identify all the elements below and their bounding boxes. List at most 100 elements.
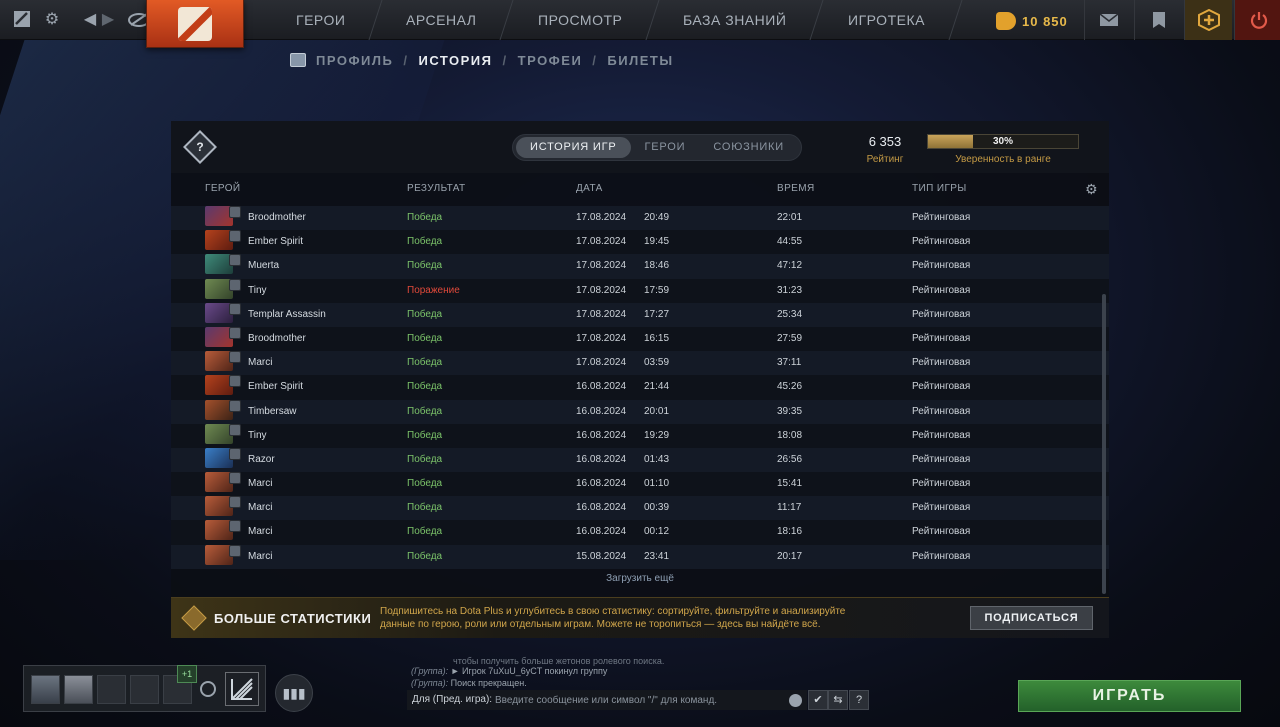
exit-button[interactable] [1234, 0, 1280, 40]
table-row[interactable]: Ember Spirit Победа 16.08.2024 21:44 45:26 Ре… [171, 375, 1109, 400]
subnav-profile[interactable]: ПРОФИЛЬ [316, 53, 393, 68]
table-row[interactable]: Razor Победа 16.08.2024 01:43 26:56 Рейтингов… [171, 447, 1109, 473]
match-duration: 26:56 [777, 453, 803, 465]
match-date: 16.08.2024 [576, 381, 627, 393]
table-row[interactable]: Marci Победа 16.08.2024 00:12 18:16 Рейтингов… [171, 520, 1109, 545]
hero-name: Ember Spirit [248, 381, 304, 393]
settings-gear-icon[interactable]: ⚙ [42, 10, 62, 30]
table-row[interactable]: Templar Assassin Победа 17.08.2024 17:27 25:… [171, 302, 1109, 327]
match-date: 16.08.2024 [576, 526, 627, 538]
dota-menu-icon[interactable] [12, 10, 32, 30]
chat-message: (Группа): Поиск прекращен. [411, 678, 527, 688]
col-result[interactable]: РЕЗУЛЬТАТ [407, 183, 466, 194]
table-settings-gear-icon[interactable]: ⚙ [1085, 181, 1098, 198]
match-result: Победа [407, 502, 443, 514]
hero-name: Marci [248, 478, 273, 490]
nav-arcade[interactable]: ИГРОТЕКА [811, 0, 963, 40]
table-row[interactable]: Tiny Поражение 17.08.2024 17:59 31:23 Рейтинг… [171, 278, 1109, 303]
table-row[interactable]: Broodmother Победа 17.08.2024 16:15 27:59 Рей… [171, 326, 1109, 352]
chat-help-button[interactable]: ? [849, 690, 869, 710]
subnav-trophies[interactable]: ТРОФЕИ [518, 53, 583, 68]
mail-button[interactable] [1084, 0, 1132, 40]
col-duration[interactable]: ВРЕМЯ [777, 183, 815, 194]
rank-medal-icon[interactable]: ? [183, 130, 217, 164]
tab-match-history[interactable]: ИСТОРИЯ ИГР [516, 137, 631, 158]
match-time: 20:01 [644, 405, 670, 417]
match-game-type: Рейтинговая [912, 478, 971, 490]
forward-arrow-icon[interactable]: ▶ [98, 10, 118, 30]
play-button[interactable]: ИГРАТЬ [1018, 680, 1241, 712]
emoticon-icon[interactable] [789, 694, 802, 707]
chat-check-button[interactable]: ✔ [808, 690, 828, 710]
subnav-history[interactable]: ИСТОРИЯ [419, 53, 493, 68]
party-avatar-member[interactable] [64, 675, 93, 704]
mail-icon [1099, 13, 1118, 26]
tab-allies[interactable]: СОЮЗНИКИ [699, 137, 798, 158]
subscribe-button[interactable]: ПОДПИСАТЬСЯ [970, 606, 1093, 630]
shards-currency[interactable]: 10 850 [996, 10, 1068, 32]
nav-heroes[interactable]: ГЕРОИ [259, 0, 383, 40]
load-more-link[interactable]: Загрузить ещё [171, 573, 1109, 584]
role-badge-icon [229, 230, 241, 243]
table-row[interactable]: Marci Победа 16.08.2024 00:39 11:17 Рейтингов… [171, 496, 1109, 521]
col-date[interactable]: ДАТА [576, 183, 603, 194]
table-row[interactable]: Ember Spirit Победа 17.08.2024 19:45 44:55 Ре… [171, 230, 1109, 255]
role-badge-icon [229, 399, 241, 412]
match-time: 18:46 [644, 260, 670, 272]
role-badge-icon [229, 326, 241, 339]
profile-subnav: ПРОФИЛЬ / ИСТОРИЯ / ТРОФЕИ / БИЛЕТЫ [290, 50, 674, 70]
nav-watch[interactable]: ПРОСМОТР [501, 0, 660, 40]
party-invite-badge[interactable]: +1 [177, 665, 197, 683]
col-hero[interactable]: ГЕРОЙ [205, 183, 241, 194]
tab-heroes[interactable]: ГЕРОИ [631, 137, 700, 158]
table-row[interactable]: Muerta Победа 17.08.2024 18:46 47:12 Рейтинго… [171, 254, 1109, 279]
match-date: 17.08.2024 [576, 357, 627, 369]
match-date: 17.08.2024 [576, 236, 627, 248]
match-time: 19:45 [644, 236, 670, 248]
match-duration: 45:26 [777, 381, 803, 393]
match-time: 00:12 [644, 526, 670, 538]
dota-logo-icon [178, 6, 212, 41]
role-badge-icon [229, 472, 241, 485]
hero-name: Broodmother [248, 212, 306, 223]
table-row[interactable]: Timbersaw Победа 16.08.2024 20:01 39:35 Рейти… [171, 399, 1109, 424]
chat-channel: (Группа): [411, 678, 449, 688]
table-row[interactable]: Marci Победа 17.08.2024 03:59 37:11 Рейтингов… [171, 351, 1109, 376]
table-row[interactable]: Broodmother Победа 17.08.2024 20:49 22:01 Рей… [171, 206, 1109, 231]
nav-armory[interactable]: АРСЕНАЛ [369, 0, 515, 40]
match-game-type: Рейтинговая [912, 405, 971, 417]
nav-learn[interactable]: БАЗА ЗНАНИЙ [646, 0, 825, 40]
match-duration: 47:12 [777, 260, 803, 272]
table-scrollbar[interactable] [1102, 294, 1106, 594]
main-nav: ГЕРОИ АРСЕНАЛ ПРОСМОТР БАЗА ЗНАНИЙ ИГРОТ… [259, 0, 963, 40]
role-badge-icon [229, 206, 241, 218]
chat-input[interactable] [495, 692, 795, 708]
party-refresh-icon[interactable] [200, 681, 216, 697]
party-rank-icon[interactable] [225, 672, 259, 706]
match-duration: 31:23 [777, 284, 803, 296]
table-row[interactable]: Marci Победа 16.08.2024 01:10 15:41 Рейтингов… [171, 472, 1109, 497]
party-finder-button[interactable]: ▮▮▮ [275, 674, 313, 712]
chat-message-text: ► Игрок 7uXuU_6yCT покинул группу [450, 666, 608, 676]
subnav-tickets[interactable]: БИЛЕТЫ [607, 53, 673, 68]
power-icon [1250, 12, 1267, 29]
party-avatar-self[interactable] [31, 675, 60, 704]
match-date: 16.08.2024 [576, 453, 627, 465]
chat-translate-button[interactable]: ⇆ [828, 690, 848, 710]
panel-header: ? ИСТОРИЯ ИГР ГЕРОИ СОЮЗНИКИ 6 353 Рейти… [171, 121, 1109, 173]
role-badge-icon [229, 375, 241, 388]
party-slot-empty[interactable] [130, 675, 159, 704]
dota-plus-button[interactable] [1184, 0, 1232, 40]
match-duration: 18:08 [777, 429, 803, 441]
party-slot-empty[interactable] [97, 675, 126, 704]
col-game-type[interactable]: ТИП ИГРЫ [912, 183, 967, 194]
table-row[interactable]: Marci Победа 15.08.2024 23:41 20:17 Рейтингов… [171, 544, 1109, 569]
match-date: 17.08.2024 [576, 260, 627, 272]
guild-button[interactable] [1134, 0, 1182, 40]
match-game-type: Рейтинговая [912, 284, 971, 296]
back-arrow-icon[interactable]: ◀ [80, 10, 100, 30]
hero-name: Marci [248, 526, 273, 538]
dota-logo-button[interactable] [146, 0, 244, 48]
party-bar: +1 [23, 665, 266, 712]
table-row[interactable]: Tiny Победа 16.08.2024 19:29 18:08 Рейтингова… [171, 423, 1109, 448]
